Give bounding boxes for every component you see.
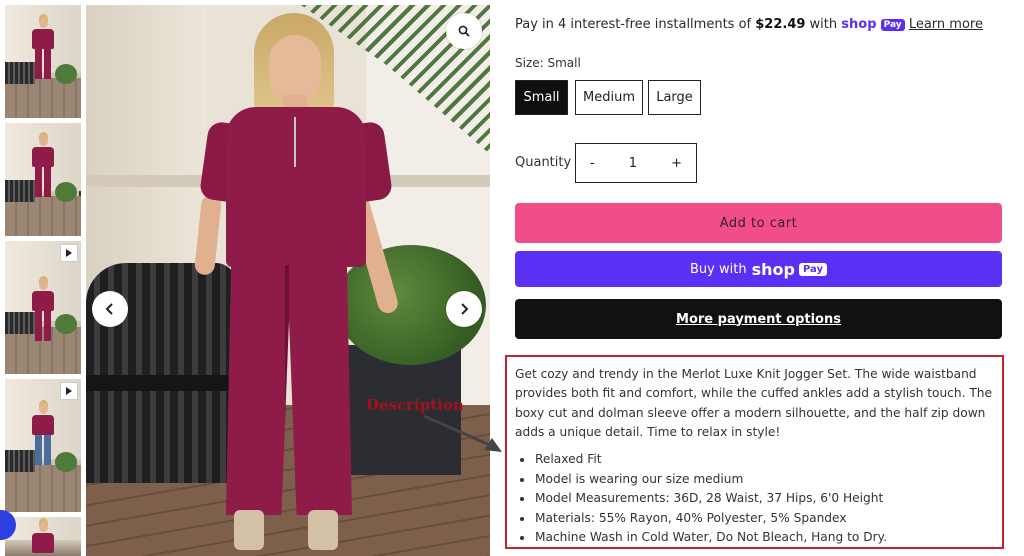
chevron-right-icon — [461, 303, 469, 315]
installment-amount: $22.49 — [755, 17, 806, 32]
chevron-left-icon — [105, 303, 113, 315]
size-option-small[interactable]: Small — [515, 80, 568, 115]
quantity-label: Quantity — [515, 155, 572, 170]
thumbnail-model — [32, 17, 54, 79]
list-item: Relaxed Fit — [534, 450, 887, 470]
thumbnail-plant — [55, 314, 77, 335]
thumbnail-floor — [5, 78, 81, 118]
thumbnail-2[interactable] — [5, 123, 81, 236]
list-item: Model Measurements: 36D, 28 Waist, 37 Hi… — [534, 489, 887, 509]
previous-image-button[interactable] — [92, 291, 128, 327]
next-image-button[interactable] — [446, 291, 482, 327]
thumbnail-model — [32, 279, 54, 341]
thumbnail-bench — [5, 312, 35, 335]
thumbnail-video-1[interactable] — [5, 241, 81, 374]
more-payment-options-button[interactable]: More payment options — [515, 299, 1002, 339]
thumbnail-bench — [5, 450, 35, 473]
thumbnail-model — [32, 135, 54, 197]
learn-more-link[interactable]: Learn more — [909, 17, 983, 32]
thumbnail-plant — [55, 452, 77, 473]
magnifier-icon — [458, 25, 470, 37]
pay-badge: Pay — [880, 19, 905, 31]
play-icon[interactable] — [60, 382, 78, 400]
size-option-large[interactable]: Large — [648, 80, 701, 115]
thumbnail-bench — [5, 62, 35, 85]
play-icon[interactable] — [60, 244, 78, 262]
product-details-list: Relaxed Fit Model is wearing our size me… — [518, 450, 887, 548]
list-item: Model is wearing our size medium — [534, 470, 887, 490]
quantity-increment-button[interactable]: + — [671, 156, 682, 171]
model-face — [269, 35, 321, 103]
size-label: Size: Small — [515, 56, 581, 70]
quantity-stepper: - 1 + — [575, 143, 697, 183]
thumbnail-plant — [55, 182, 77, 203]
thumbnail-bench — [5, 180, 35, 203]
thumbnail-video-2[interactable] — [5, 379, 81, 512]
main-product-image — [86, 5, 490, 556]
thumbnail-1[interactable] — [5, 5, 81, 118]
thumbnail-model — [32, 403, 54, 465]
buy-with-shop-pay-button[interactable]: Buy with shop Pay — [515, 251, 1002, 287]
annotation-arrow-icon — [423, 414, 502, 452]
shop-pay-logo: shop — [751, 259, 795, 279]
zoom-button[interactable] — [446, 13, 482, 49]
add-to-cart-button[interactable]: Add to cart — [515, 203, 1002, 243]
quantity-decrement-button[interactable]: - — [590, 156, 595, 171]
shop-pay-logo: shop — [841, 17, 877, 32]
thumbnail-model — [32, 521, 54, 553]
jogger-set-top — [226, 107, 366, 267]
half-zip — [294, 117, 296, 167]
list-item: Materials: 55% Rayon, 40% Polyester, 5% … — [534, 509, 887, 529]
quantity-value[interactable]: 1 — [629, 156, 637, 171]
thumbnail-5[interactable] — [5, 517, 81, 556]
thumbnail-plant — [55, 64, 77, 85]
thumbnail-floor — [5, 465, 81, 512]
list-item: Machine Wash in Cold Water, Do Not Bleac… — [534, 528, 887, 548]
thumbnail-floor — [5, 196, 81, 236]
pay-badge: Pay — [798, 262, 827, 276]
installments-text: Pay in 4 interest-free installments of $… — [515, 17, 983, 32]
size-option-medium[interactable]: Medium — [575, 80, 643, 115]
product-description: Get cozy and trendy in the Merlot Luxe K… — [515, 367, 993, 439]
